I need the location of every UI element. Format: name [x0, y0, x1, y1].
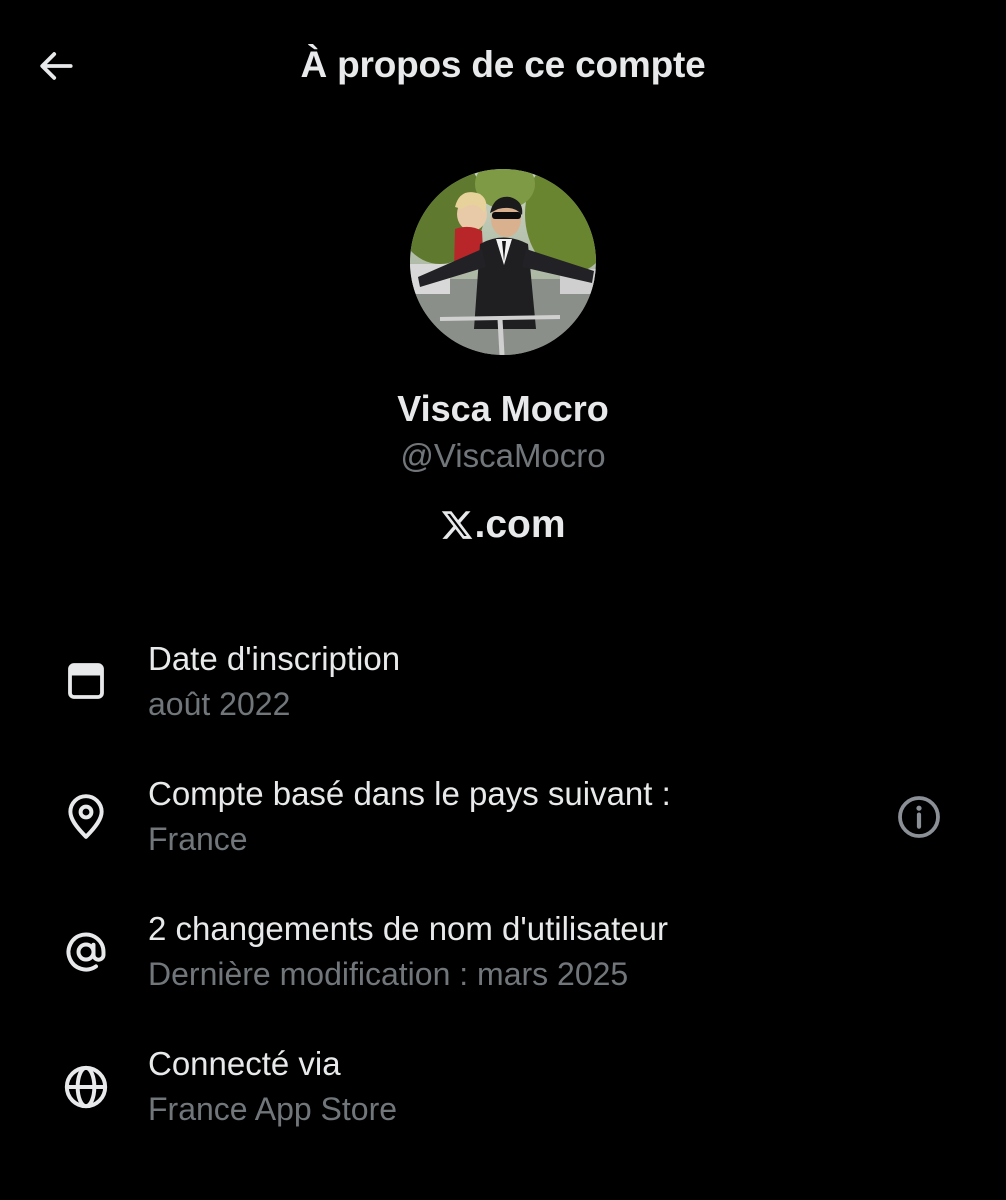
avatar-photo: [410, 169, 596, 355]
page-title: À propos de ce compte: [300, 44, 706, 85]
info-icon: [898, 796, 940, 838]
row-subtitle: France App Store: [148, 1091, 398, 1127]
x-logo-icon: [442, 511, 473, 539]
brand-suffix: .com: [474, 503, 566, 546]
row-subtitle: Dernière modification : mars 2025: [148, 956, 629, 992]
detail-row-connected-via: Connecté via France App Store: [0, 1045, 1006, 1145]
row-subtitle: France: [148, 821, 248, 857]
row-title: Date d'inscription: [148, 640, 401, 677]
country-info-button[interactable]: [893, 791, 945, 843]
at-sign-icon: [60, 926, 112, 978]
profile-website: .com: [0, 505, 1006, 545]
avatar[interactable]: [410, 169, 596, 355]
globe-icon: [60, 1061, 112, 1113]
detail-row-join-date: Date d'inscription août 2022: [0, 640, 1006, 740]
calendar-icon: [60, 654, 112, 706]
location-pin-icon: [60, 791, 112, 843]
detail-row-username-changes: 2 changements de nom d'utilisateur Derni…: [0, 910, 1006, 1010]
row-title: 2 changements de nom d'utilisateur: [148, 910, 668, 947]
detail-row-country: Compte basé dans le pays suivant : Franc…: [0, 775, 1006, 875]
row-subtitle: août 2022: [148, 686, 291, 722]
display-name: Visca Mocro: [397, 388, 609, 429]
row-title: Compte basé dans le pays suivant :: [148, 775, 671, 812]
row-title: Connecté via: [148, 1045, 341, 1082]
username-handle: @ViscaMocro: [400, 437, 606, 474]
